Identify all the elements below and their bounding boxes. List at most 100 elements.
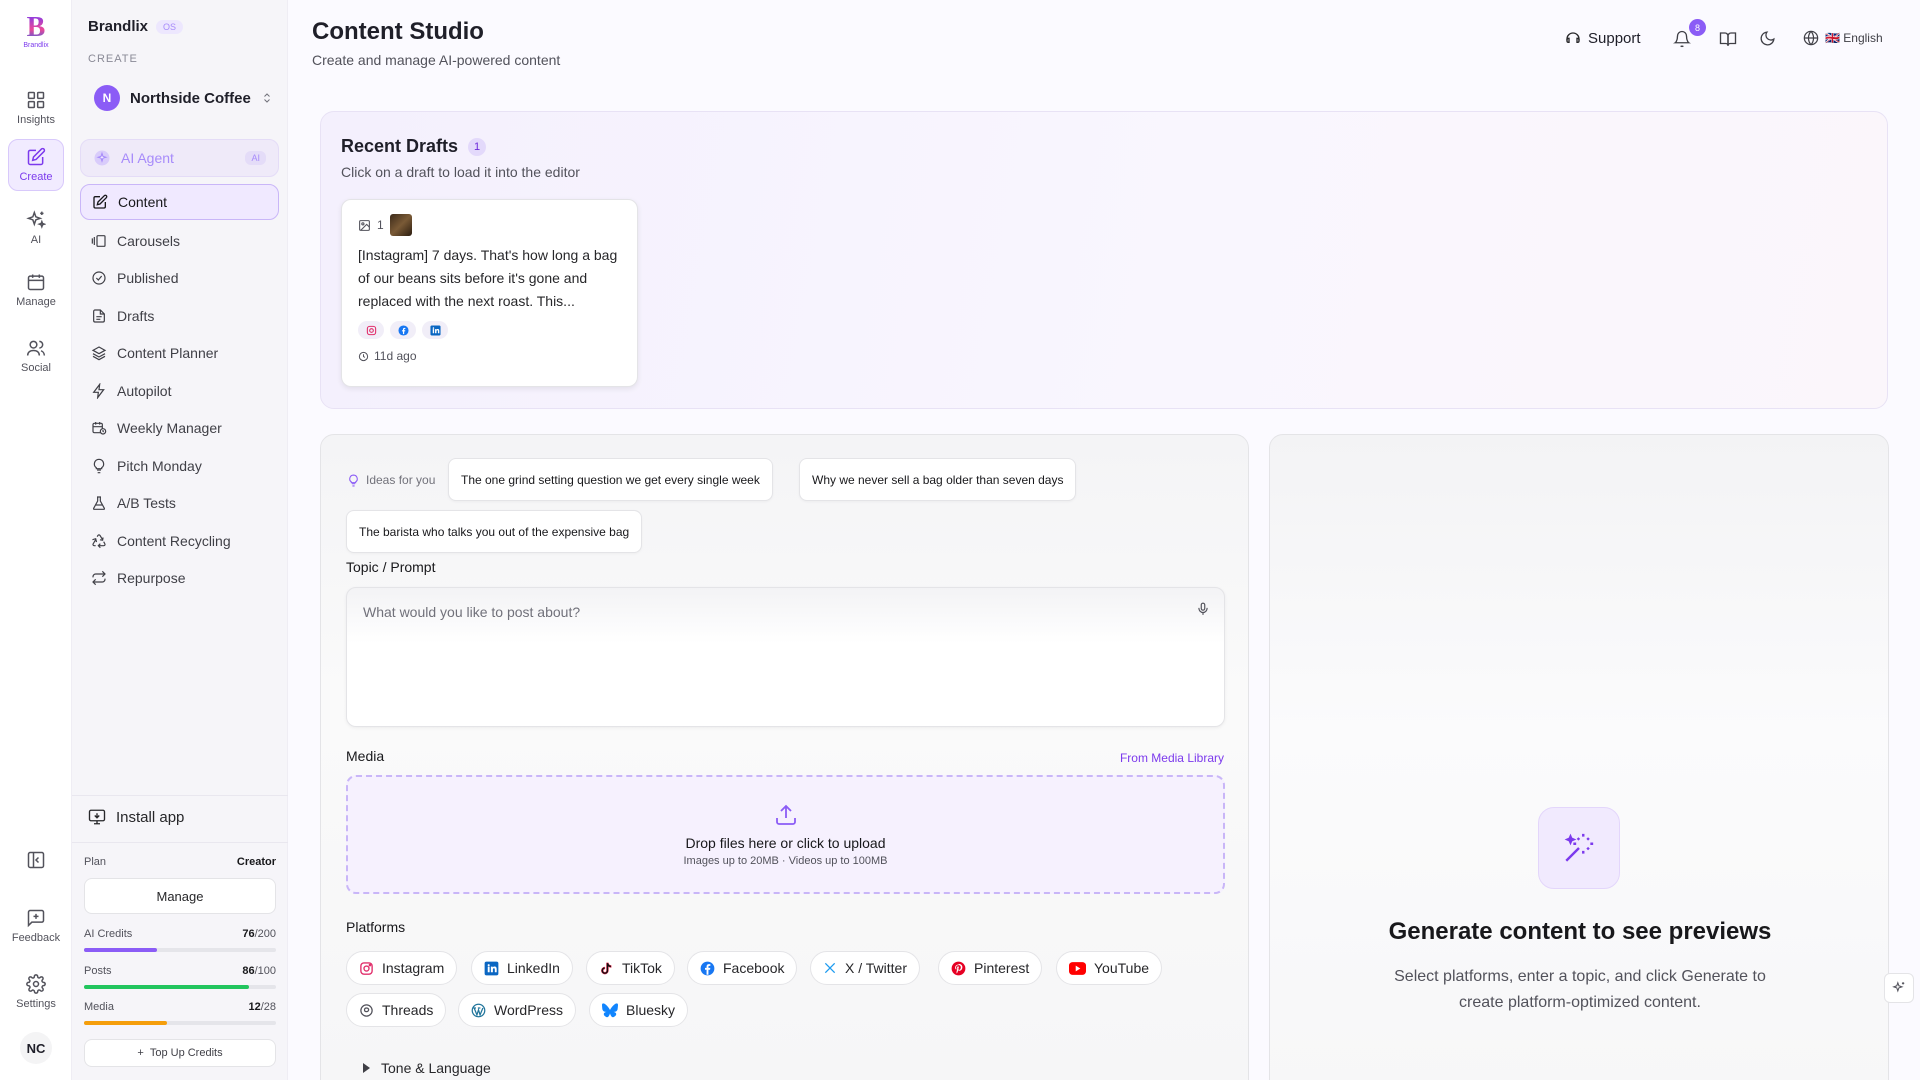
sparkles-icon: [26, 210, 46, 229]
voice-input-button[interactable]: [1196, 602, 1210, 616]
microphone-icon: [1198, 602, 1208, 615]
idea-chip[interactable]: The barista who talks you out of the exp…: [346, 510, 643, 553]
usage-row-ai-credits: AI Credits 76/200: [84, 928, 276, 940]
platform-pinterest[interactable]: Pinterest: [938, 951, 1043, 985]
user-avatar[interactable]: NC: [20, 1032, 52, 1064]
sidebar-item-label: Pitch Monday: [117, 458, 202, 474]
zap-icon: [92, 383, 105, 399]
ai-badge: AI: [245, 151, 266, 165]
business-name: Northside Coffee: [130, 89, 251, 107]
theme-toggle-button[interactable]: [1759, 30, 1776, 47]
platform-label: X / Twitter: [845, 960, 907, 976]
sidebar-item-pitch-monday[interactable]: Pitch Monday: [80, 448, 279, 484]
repeat-icon: [92, 570, 106, 586]
grid-icon: [27, 91, 45, 109]
top-up-credits-button[interactable]: + Top Up Credits: [84, 1039, 276, 1067]
platform-bluesky[interactable]: Bluesky: [589, 993, 689, 1027]
recycle-icon: [92, 534, 106, 549]
rail-label: Insights: [17, 114, 55, 126]
usage-row-media: Media 12/28: [84, 1001, 276, 1013]
usage-label: AI Credits: [84, 928, 133, 940]
message-plus-icon: [27, 909, 45, 928]
install-app-button[interactable]: Install app: [88, 808, 184, 826]
sidebar-item-repurpose[interactable]: Repurpose: [80, 560, 279, 596]
top-up-label: Top Up Credits: [149, 1047, 223, 1059]
media-label: Media: [346, 748, 385, 764]
platform-facebook[interactable]: Facebook: [687, 951, 798, 985]
topic-label: Topic / Prompt: [346, 559, 436, 575]
notification-count-badge: 8: [1689, 19, 1706, 36]
sidebar-item-label: Published: [117, 270, 179, 286]
platform-linkedin[interactable]: LinkedIn: [471, 951, 573, 985]
plan-label: Plan: [84, 856, 107, 868]
media-dropzone[interactable]: Drop files here or click to upload Image…: [346, 775, 1225, 894]
logo-letter: B: [26, 12, 46, 43]
check-circle-icon: [92, 271, 106, 285]
calendar-icon: [27, 274, 45, 291]
platform-label: Instagram: [382, 960, 445, 976]
sidebar-item-autopilot[interactable]: Autopilot: [80, 373, 279, 409]
plan-value: Creator: [236, 856, 276, 868]
brand-logo[interactable]: B Brandlix: [17, 14, 55, 50]
usage-row-posts: Posts 86/100: [84, 965, 276, 977]
section-label: CREATE: [88, 53, 138, 65]
platform-label: WordPress: [494, 1002, 563, 1018]
rail-item-create[interactable]: Create: [8, 139, 64, 191]
ai-assistant-button[interactable]: [1884, 973, 1914, 1003]
sidebar-item-label: Carousels: [117, 233, 181, 249]
divider: [72, 842, 288, 843]
sidebar-item-label: A/B Tests: [117, 495, 176, 511]
topic-input[interactable]: What would you like to post about?: [346, 587, 1225, 727]
platform-wordpress[interactable]: WordPress: [458, 993, 576, 1027]
rail-item-settings[interactable]: Settings: [8, 966, 64, 1018]
image-icon: [359, 219, 370, 231]
collapse-sidebar-button[interactable]: [8, 842, 64, 878]
sidebar-item-weekly-manager[interactable]: Weekly Manager: [80, 410, 279, 446]
draft-card[interactable]: 1 [Instagram] 7 days. That's how long a …: [341, 199, 638, 387]
idea-chip[interactable]: The one grind setting question we get ev…: [448, 458, 773, 501]
sidebar-item-content-planner[interactable]: Content Planner: [80, 335, 279, 371]
rail-item-insights[interactable]: Insights: [8, 82, 64, 134]
tone-language-toggle[interactable]: Tone & Language: [361, 1060, 491, 1076]
idea-chip[interactable]: Why we never sell a bag older than seven…: [799, 458, 1077, 501]
caret-right-icon: [363, 1063, 370, 1073]
moon-icon: [1760, 31, 1775, 46]
rail-item-feedback[interactable]: Feedback: [8, 900, 64, 952]
recent-drafts-heading: Recent Drafts 1: [341, 136, 487, 157]
platform-threads[interactable]: Threads: [346, 993, 447, 1027]
draft-text: [Instagram] 7 days. That's how long a ba…: [358, 247, 618, 309]
platform-label: YouTube: [1094, 960, 1150, 976]
sidebar-item-content[interactable]: Content: [80, 184, 279, 220]
lightbulb-icon: [349, 474, 358, 486]
notifications-button[interactable]: [1673, 30, 1691, 48]
support-button[interactable]: Support: [1565, 30, 1641, 47]
media-library-link[interactable]: From Media Library: [1120, 751, 1224, 765]
platform-x-twitter[interactable]: X / Twitter: [810, 951, 920, 985]
sidebar-item-ab-tests[interactable]: A/B Tests: [80, 485, 279, 521]
platforms-label: Platforms: [346, 919, 406, 935]
topic-placeholder: What would you like to post about?: [363, 604, 581, 620]
manage-plan-button[interactable]: Manage: [84, 878, 276, 914]
usage-fill: [84, 1021, 167, 1025]
pinterest-icon: [951, 961, 966, 975]
language-selector[interactable]: 🇬🇧 English: [1803, 30, 1883, 46]
sidebar-item-content-recycling[interactable]: Content Recycling: [80, 523, 279, 559]
ai-agent-item[interactable]: AI Agent AI: [80, 139, 279, 177]
sidebar-item-label: Content: [118, 194, 168, 210]
sidebar-item-carousels[interactable]: Carousels: [80, 223, 279, 259]
usage-total: /28: [260, 1001, 276, 1013]
book-open-icon: [1719, 32, 1737, 46]
rail-item-manage[interactable]: Manage: [8, 264, 64, 316]
platform-instagram[interactable]: Instagram: [346, 951, 458, 985]
rail-item-ai[interactable]: AI: [8, 202, 64, 254]
sidebar-item-drafts[interactable]: Drafts: [80, 298, 279, 334]
business-switcher[interactable]: N Northside Coffee: [94, 85, 273, 111]
platform-tiktok[interactable]: TikTok: [586, 951, 675, 985]
sidebar-item-published[interactable]: Published: [80, 260, 279, 296]
platform-youtube[interactable]: YouTube: [1056, 951, 1163, 985]
edit-icon: [27, 147, 46, 166]
docs-button[interactable]: [1719, 30, 1737, 48]
youtube-icon: [1069, 961, 1086, 975]
carousel-icon: [91, 235, 106, 247]
rail-item-social[interactable]: Social: [8, 330, 64, 382]
